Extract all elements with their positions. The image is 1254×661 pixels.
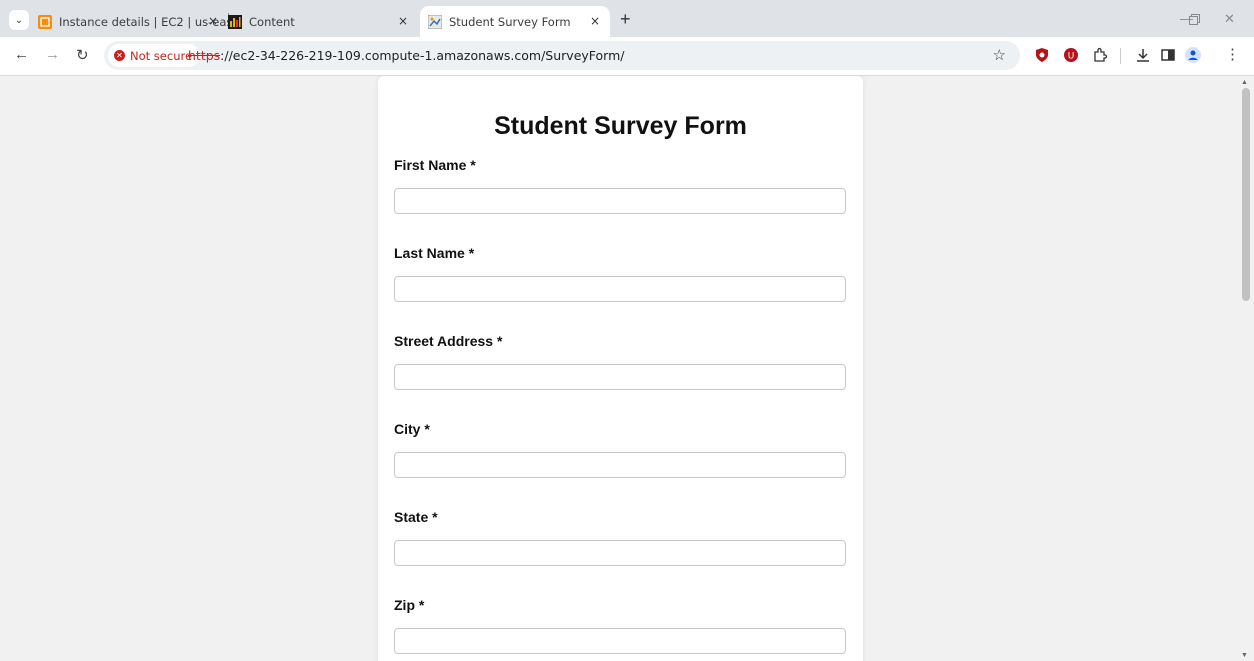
profile-icon[interactable] — [1185, 47, 1201, 63]
state-label: State * — [394, 509, 438, 525]
state-field[interactable] — [394, 540, 846, 566]
url-text: https://ec2-34-226-219-109.compute-1.ama… — [188, 48, 625, 63]
reload-icon[interactable]: ↻ — [76, 46, 89, 64]
street-address-field[interactable] — [394, 364, 846, 390]
extensions-icon[interactable] — [1092, 47, 1108, 63]
tab-title: Instance details | EC2 | us-east- — [59, 14, 228, 29]
side-panel-icon[interactable] — [1160, 47, 1176, 63]
zip-label: Zip * — [394, 597, 425, 613]
menu-icon[interactable]: ⋮ — [1225, 45, 1240, 63]
city-label: City * — [394, 421, 430, 437]
download-icon[interactable] — [1135, 47, 1151, 63]
close-window-icon[interactable]: ✕ — [1224, 11, 1235, 27]
svg-text:U: U — [1068, 52, 1075, 62]
tab-title: Student Survey Form — [449, 14, 571, 29]
last-name-field[interactable] — [394, 276, 846, 302]
browser-toolbar: ← → ↻ ✕ Not secure https://ec2-34-226-21… — [0, 37, 1254, 76]
close-tab-icon[interactable]: × — [206, 14, 220, 28]
warning-icon: ✕ — [114, 50, 125, 61]
forward-icon[interactable]: → — [45, 46, 60, 63]
zip-field[interactable] — [394, 628, 846, 654]
content-favicon-icon — [228, 14, 242, 29]
street-address-label: Street Address * — [394, 333, 503, 349]
last-name-label: Last Name * — [394, 245, 475, 261]
survey-form-card: Student Survey Form First Name * Last Na… — [378, 76, 863, 661]
first-name-field[interactable] — [394, 188, 846, 214]
tab-content[interactable]: Content × — [228, 6, 418, 37]
first-name-label: First Name * — [394, 157, 476, 173]
security-chip[interactable]: ✕ Not secure — [108, 44, 201, 67]
vertical-scrollbar[interactable]: ▲ ▼ — [1237, 76, 1254, 661]
star-icon[interactable]: ☆ — [993, 46, 1006, 64]
url-scheme: https — [188, 48, 221, 63]
url-path: ://ec2-34-226-219-109.compute-1.amazonaw… — [220, 48, 625, 63]
survey-favicon-icon — [428, 14, 442, 29]
shield-extension-icon[interactable] — [1034, 47, 1050, 63]
scroll-down-icon[interactable]: ▼ — [1241, 652, 1248, 659]
address-bar[interactable]: ✕ Not secure https://ec2-34-226-219-109.… — [104, 41, 1020, 70]
page-title: Student Survey Form — [494, 112, 747, 140]
city-field[interactable] — [394, 452, 846, 478]
close-tab-icon[interactable]: × — [588, 14, 602, 28]
restore-icon[interactable] — [1189, 14, 1200, 25]
scroll-up-icon[interactable]: ▲ — [1241, 79, 1248, 86]
tab-student-survey-form[interactable]: Student Survey Form × — [420, 6, 610, 37]
ublock-icon[interactable]: U — [1063, 47, 1079, 63]
tab-ec2-instance[interactable]: Instance details | EC2 | us-east- × — [38, 6, 228, 37]
back-icon[interactable]: ← — [14, 46, 29, 63]
scroll-thumb[interactable] — [1242, 88, 1250, 301]
close-tab-icon[interactable]: × — [396, 14, 410, 28]
tab-title: Content — [249, 14, 295, 29]
tab-list-icon[interactable]: ⌄ — [9, 10, 29, 30]
security-label: Not secure — [130, 48, 193, 63]
new-tab-button[interactable]: + — [620, 9, 631, 30]
toolbar-divider — [1120, 48, 1121, 64]
page-viewport: Student Survey Form First Name * Last Na… — [0, 76, 1237, 661]
ec2-favicon-icon — [38, 14, 52, 29]
tab-strip: ⌄ Instance details | EC2 | us-east- × Co… — [0, 0, 1254, 37]
